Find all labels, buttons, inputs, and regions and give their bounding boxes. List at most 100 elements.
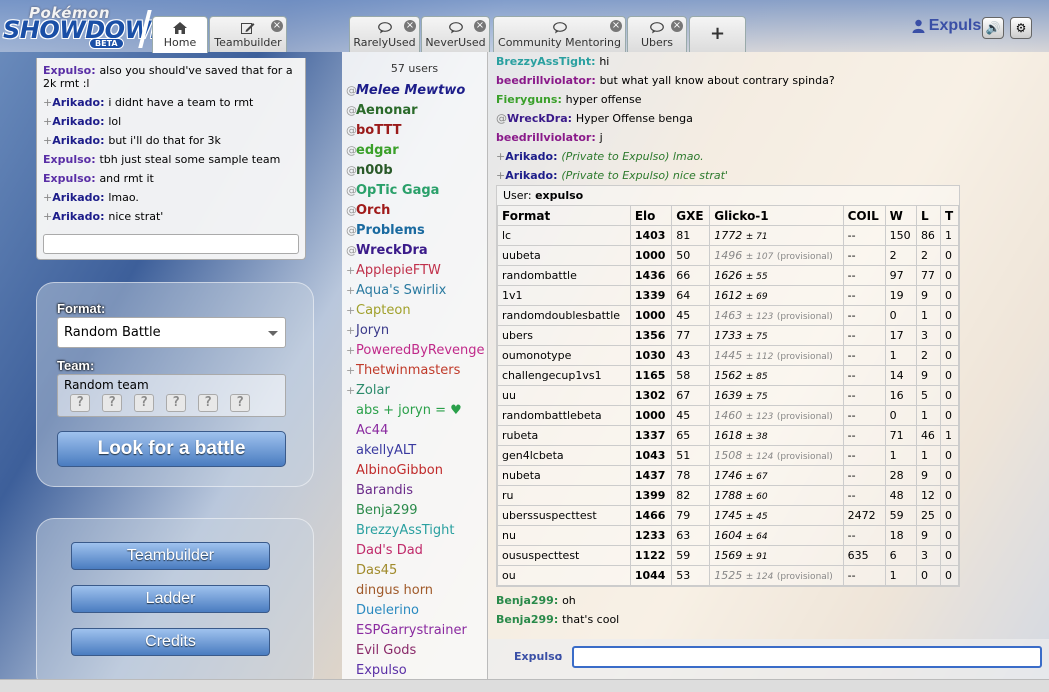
close-icon[interactable]: × xyxy=(404,20,416,32)
cell-coil: -- xyxy=(842,325,886,346)
showdown-logo[interactable]: Pokémon SHOWDOWN BETA xyxy=(3,4,171,49)
cell-glicko: 1525 ± 124 (provisional) xyxy=(709,565,844,586)
user-list-item[interactable]: Barandis xyxy=(342,481,487,501)
tab-community-mentoring[interactable]: Community Mentoring × xyxy=(493,16,626,52)
message-author[interactable]: Arikado xyxy=(52,134,100,147)
user-list-item[interactable]: @Orch xyxy=(342,201,487,221)
user-list-item[interactable]: Duelerino xyxy=(342,601,487,621)
ladder-button[interactable]: Ladder xyxy=(71,585,270,613)
user-list-item[interactable]: Benja299 xyxy=(342,501,487,521)
tab-rarelyused[interactable]: RarelyUsed × xyxy=(349,16,420,52)
user-list-item[interactable]: +Thetwinmasters xyxy=(342,361,487,381)
cell-coil: -- xyxy=(842,385,886,406)
user-list-item[interactable]: @WreckDra xyxy=(342,241,487,261)
message-author[interactable]: Expulso xyxy=(43,64,91,77)
chat-message: Benja299: that's cool xyxy=(488,610,1049,629)
tab-neverused[interactable]: NeverUsed × xyxy=(421,16,490,52)
message-author[interactable]: BrezzyAssTight xyxy=(496,55,591,68)
new-tab-button[interactable]: + xyxy=(689,16,746,52)
message-author[interactable]: Arikado xyxy=(52,210,100,223)
user-list-item[interactable]: Das45 xyxy=(342,561,487,581)
user-list-item[interactable]: BrezzyAssTight xyxy=(342,521,487,541)
glicko-deviation: ± 55 xyxy=(745,272,768,282)
user-list-item[interactable]: akellyALT xyxy=(342,441,487,461)
cell-w: 1 xyxy=(884,565,917,586)
message-author[interactable]: Benja299 xyxy=(496,594,554,607)
message-author[interactable]: Benja299 xyxy=(496,613,554,626)
user-list-item[interactable]: @n00b xyxy=(342,161,487,181)
credits-button[interactable]: Credits xyxy=(71,628,270,656)
close-icon[interactable]: × xyxy=(610,20,622,32)
cell-glicko: 1460 ± 123 (provisional) xyxy=(709,405,844,426)
user-list-item[interactable]: Dad's Dad xyxy=(342,541,487,561)
chat-input[interactable] xyxy=(572,646,1042,668)
settings-button[interactable]: ⚙ xyxy=(1010,17,1032,39)
teambuilder-button[interactable]: Teambuilder xyxy=(71,542,270,570)
message-author[interactable]: Arikado xyxy=(505,150,553,163)
user-list-item[interactable]: +PoweredByRevenge xyxy=(342,341,487,361)
message-author[interactable]: Arikado xyxy=(52,115,100,128)
cell-w: 6 xyxy=(884,545,917,566)
cell-glicko: 1618 ± 38 xyxy=(709,425,844,446)
user-list-item[interactable]: Evil Gods xyxy=(342,641,487,661)
cell-format: ou xyxy=(497,565,631,586)
mini-chat-input[interactable] xyxy=(43,234,299,254)
cell-format: randombattlebeta xyxy=(497,405,631,426)
user-list-item[interactable]: @Melee Mewtwo xyxy=(342,81,487,101)
user-list-item[interactable]: @edgar xyxy=(342,141,487,161)
glicko-deviation: ± 75 xyxy=(745,392,768,402)
close-icon[interactable]: × xyxy=(271,20,283,32)
user-list-item[interactable]: +Aqua's Swirlix xyxy=(342,281,487,301)
sound-button[interactable]: 🔊 xyxy=(982,17,1004,39)
message-author[interactable]: Arikado xyxy=(505,169,553,182)
cell-coil: -- xyxy=(842,225,886,246)
chat-bubble-icon xyxy=(650,22,664,34)
message-author[interactable]: WreckDra xyxy=(507,112,568,125)
message-author[interactable]: Fieryguns xyxy=(496,93,557,106)
message-author[interactable]: beedrillviolator xyxy=(496,74,591,87)
user-name-button[interactable]: Expulso xyxy=(912,17,991,35)
user-list-item[interactable]: dingus horn xyxy=(342,581,487,601)
format-label: Format: xyxy=(57,301,106,316)
tab-teambuilder[interactable]: Teambuilder × xyxy=(209,16,287,52)
close-icon[interactable]: × xyxy=(474,20,486,32)
team-select[interactable]: Random team ? ? ? ? ? ? xyxy=(57,374,286,417)
user-list-item[interactable]: +Zolar xyxy=(342,381,487,401)
message-author[interactable]: Expulso xyxy=(43,153,91,166)
user-list-item[interactable]: +ApplepieFTW xyxy=(342,261,487,281)
user-list-item[interactable]: @boTTT xyxy=(342,121,487,141)
cell-gxe: 82 xyxy=(671,485,711,506)
format-select[interactable]: Random Battle xyxy=(57,317,286,348)
tab-ubers[interactable]: Ubers × xyxy=(627,16,687,52)
user-list-item[interactable]: AlbinoGibbon xyxy=(342,461,487,481)
user-list-item[interactable]: @Problems xyxy=(342,221,487,241)
author-colon: : xyxy=(557,93,566,106)
message-author[interactable]: Arikado xyxy=(52,96,100,109)
user-rank: @ xyxy=(346,144,357,157)
user-list-item[interactable]: @OpTic Gaga xyxy=(342,181,487,201)
random-pokemon-icon: ? xyxy=(166,394,186,412)
user-list-item[interactable]: Ac44 xyxy=(342,421,487,441)
message-author[interactable]: Arikado xyxy=(52,191,100,204)
cell-coil: -- xyxy=(842,305,886,326)
message-author[interactable]: Expulso xyxy=(43,172,91,185)
cell-l: 9 xyxy=(915,285,941,306)
user-name: Zolar xyxy=(356,383,390,398)
user-list-item[interactable]: Expulso xyxy=(342,661,487,681)
user-list-item[interactable]: +Capteon xyxy=(342,301,487,321)
close-icon[interactable]: × xyxy=(671,20,683,32)
user-list-item[interactable]: @Aenonar xyxy=(342,101,487,121)
message-author[interactable]: beedrillviolator xyxy=(496,131,591,144)
cell-l: 1 xyxy=(915,305,941,326)
chat-message: Expulso: and rmt it xyxy=(43,169,299,188)
user-list-item[interactable]: ESPGarrystrainer xyxy=(342,621,487,641)
cell-w: 18 xyxy=(884,525,917,546)
tab-home[interactable]: Home xyxy=(152,16,208,53)
look-for-battle-button[interactable]: Look for a battle xyxy=(57,431,286,467)
cell-gxe: 67 xyxy=(671,385,711,406)
cell-format: ubers xyxy=(497,325,631,346)
user-list: 57 users @Melee Mewtwo @Aenonar @boTTT @edg… xyxy=(342,52,488,692)
user-list-item[interactable]: +Joryn xyxy=(342,321,487,341)
compose-colon: : xyxy=(558,650,563,663)
user-list-item[interactable]: abs + joryn = ♥ xyxy=(342,401,487,421)
